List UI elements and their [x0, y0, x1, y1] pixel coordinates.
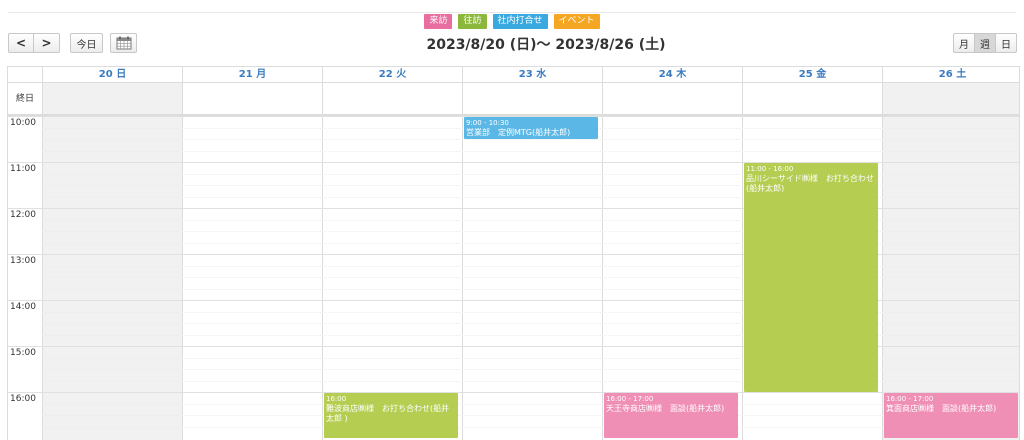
day-header[interactable]: 23 水	[462, 67, 602, 82]
time-label: 15:00	[10, 348, 36, 358]
time-label: 11:00	[10, 164, 36, 174]
event-time: 16:00	[326, 395, 347, 403]
month-view-button[interactable]: 月	[953, 33, 975, 53]
allday-cell[interactable]	[182, 82, 322, 114]
time-label: 14:00	[10, 302, 36, 312]
slot-line	[42, 415, 1019, 416]
slot-line	[42, 403, 1019, 405]
view-switcher: 月 週 日	[953, 33, 1017, 53]
top-divider	[8, 12, 1016, 13]
event-title: 品川シーサイド㈱様 お打ち合わせ(船井太郎)	[746, 174, 874, 193]
day-header[interactable]: 25 金	[742, 67, 882, 82]
allday-cell[interactable]	[462, 82, 602, 114]
allday-cell[interactable]	[322, 82, 462, 114]
category-legend: 来訪 往訪 社内打合せ イベント	[0, 14, 1024, 29]
calendar-event[interactable]: 16:00 - 17:00 天王寺商店㈱様 面談(船井太郎)	[604, 393, 738, 438]
allday-cell[interactable]	[602, 82, 742, 114]
week-calendar-grid: 終日 20 日 21 月 22 火 23 水 24 木 25 金 26 土 10:00 11:0…	[7, 66, 1020, 440]
time-label: 10:00	[10, 118, 36, 128]
time-label: 12:00	[10, 210, 36, 220]
allday-label: 終日	[8, 82, 42, 114]
day-view-button[interactable]: 日	[995, 33, 1017, 53]
legend-item: 往訪	[458, 14, 487, 29]
day-header[interactable]: 24 木	[602, 67, 742, 82]
slot-line	[42, 426, 1019, 428]
calendar-event[interactable]: 16:00 難波商店㈱様 お打ち合わせ(船井太郎 )	[324, 393, 458, 438]
calendar-event[interactable]: 9:00 - 10:30 営業部 定例MTG(船井太郎)	[464, 117, 598, 139]
slot-line	[42, 150, 1019, 152]
event-title: 難波商店㈱様 お打ち合わせ(船井太郎 )	[326, 404, 450, 423]
day-header[interactable]: 22 火	[322, 67, 462, 82]
legend-item: イベント	[553, 14, 600, 29]
calendar-event[interactable]: 11:00 - 16:00 品川シーサイド㈱様 お打ち合わせ(船井太郎)	[744, 163, 878, 392]
legend-item: 来訪	[424, 14, 453, 29]
event-time: 16:00 - 17:00	[606, 395, 654, 403]
day-header[interactable]: 20 日	[42, 67, 182, 82]
allday-cell[interactable]	[42, 82, 182, 114]
allday-cell[interactable]	[742, 82, 882, 114]
day-header[interactable]: 26 土	[882, 67, 1019, 82]
event-time: 9:00 - 10:30	[466, 119, 509, 127]
day-header[interactable]: 21 月	[182, 67, 322, 82]
hour-line	[8, 392, 1019, 393]
event-title: 天王寺商店㈱様 面談(船井太郎)	[606, 404, 725, 413]
event-title: 箕面商店㈱様 面談(船井太郎)	[886, 404, 997, 413]
event-time: 11:00 - 16:00	[746, 165, 794, 173]
slot-line	[42, 139, 1019, 140]
calendar-event[interactable]: 16:00 - 17:00 箕面商店㈱様 面談(船井太郎)	[884, 393, 1018, 438]
date-range-title: 2023/8/20 (日)～ 2023/8/26 (土)	[426, 37, 666, 53]
allday-cell[interactable]	[882, 82, 1019, 114]
event-title: 営業部 定例MTG(船井太郎)	[466, 128, 571, 137]
week-view-button[interactable]: 週	[974, 33, 996, 53]
event-time: 16:00 - 17:00	[886, 395, 934, 403]
time-label: 16:00	[10, 394, 36, 404]
time-label: 13:00	[10, 256, 36, 266]
legend-item: 社内打合せ	[492, 14, 548, 29]
